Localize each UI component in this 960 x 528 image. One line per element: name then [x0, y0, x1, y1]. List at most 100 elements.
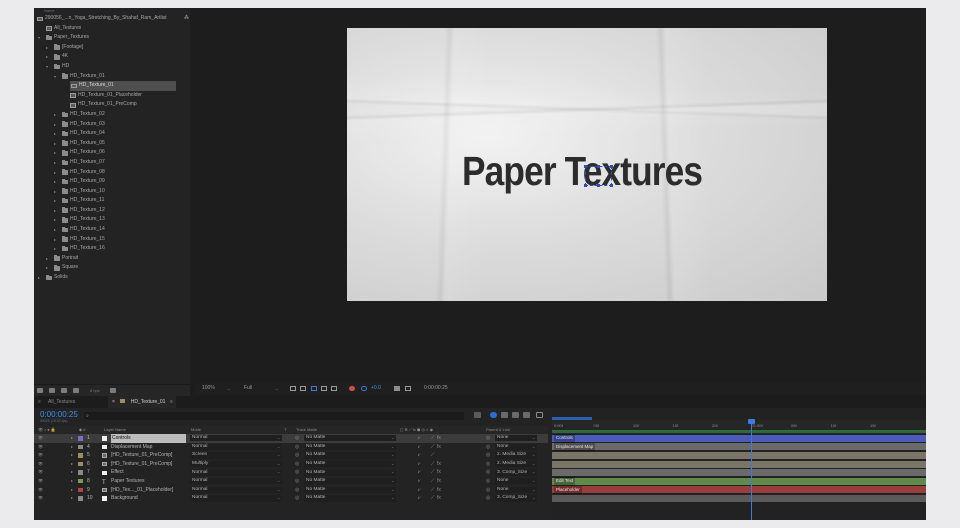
layer-bounding-box[interactable]: [584, 165, 613, 187]
layer-name[interactable]: [HD_Tex..._01_Placeholder]: [111, 486, 173, 495]
project-item[interactable]: ▸ HD_Texture_14: [34, 225, 190, 235]
parent-select[interactable]: None: [495, 478, 537, 485]
transform-handle[interactable]: [584, 165, 587, 168]
expand-chevron-icon[interactable]: ▸: [71, 443, 73, 452]
frame-blending-icon[interactable]: [512, 412, 519, 418]
track-matte-pickwhip-icon[interactable]: ◎: [295, 477, 299, 486]
zoom-chevron-icon[interactable]: ⌄: [227, 383, 230, 394]
layer-duration-bar[interactable]: [552, 494, 926, 503]
snapshot-icon[interactable]: [394, 386, 400, 391]
chevron-right-icon[interactable]: ▸: [54, 215, 56, 225]
chevron-right-icon[interactable]: ▸: [46, 254, 48, 264]
chevron-right-icon[interactable]: ▸: [54, 110, 56, 120]
project-item[interactable]: ▸ Portrait: [34, 254, 190, 264]
parent-link-header[interactable]: Parent & Link: [486, 426, 510, 434]
quality-switch-icon[interactable]: ⟋: [431, 494, 435, 503]
shy-switch-icon[interactable]: ⩗: [418, 477, 421, 486]
label-color-swatch[interactable]: [78, 470, 83, 475]
parent-pickwhip-icon[interactable]: ◎: [486, 477, 490, 486]
tab-all-textures[interactable]: ≡ All_Textures: [34, 396, 106, 408]
blend-mode-select[interactable]: Normal: [190, 486, 282, 493]
mode-header[interactable]: Mode: [191, 426, 201, 434]
chevron-down-icon[interactable]: ⌄: [532, 468, 535, 477]
chevron-down-icon[interactable]: ⌄: [532, 494, 535, 503]
layer-row[interactable]: 👁 ▸ 9 [HD_Tex..._01_Placeholder] Normal ⌄ ◎ No …: [34, 486, 548, 495]
parent-select[interactable]: None: [495, 443, 537, 450]
chevron-down-icon[interactable]: ⌄: [277, 443, 280, 452]
current-time-display[interactable]: 0:00:00:25: [40, 410, 78, 419]
shy-switch-icon[interactable]: ⩗: [418, 443, 421, 452]
project-item[interactable]: HD_Texture_01: [70, 81, 176, 91]
quality-switch-icon[interactable]: ⟋: [431, 486, 435, 495]
shy-switch-icon[interactable]: ⩗: [418, 460, 421, 469]
chevron-down-icon[interactable]: ⌄: [277, 494, 280, 503]
project-item[interactable]: ▸ HD_Texture_16: [34, 244, 190, 254]
label-color-swatch[interactable]: [78, 461, 83, 467]
chevron-right-icon[interactable]: ▸: [46, 52, 48, 62]
chevron-down-icon[interactable]: ⌄: [532, 460, 535, 469]
parent-pickwhip-icon[interactable]: ◎: [486, 434, 490, 443]
chevron-right-icon[interactable]: ▸: [54, 225, 56, 235]
shy-switch-icon[interactable]: ⩗: [418, 494, 421, 503]
chevron-down-icon[interactable]: ⌄: [532, 434, 535, 443]
chevron-right-icon[interactable]: ▸: [54, 177, 56, 187]
expand-chevron-icon[interactable]: ▸: [71, 486, 73, 495]
layer-name[interactable]: Controls: [111, 434, 186, 443]
layer-bar-fill[interactable]: [552, 486, 926, 494]
close-icon[interactable]: ×: [112, 399, 115, 405]
chevron-down-icon[interactable]: ⌄: [277, 460, 280, 469]
expand-chevron-icon[interactable]: ▸: [71, 434, 73, 443]
expand-chevron-icon[interactable]: ▸: [71, 460, 73, 469]
chevron-down-icon[interactable]: ⌄: [532, 486, 535, 495]
shy-switch-icon[interactable]: ⩗: [418, 468, 421, 477]
chevron-right-icon[interactable]: ▸: [54, 129, 56, 139]
layer-bar-fill[interactable]: [552, 460, 926, 468]
settings-icon[interactable]: [73, 388, 79, 393]
chevron-down-icon[interactable]: ⌄: [532, 451, 535, 460]
expand-chevron-icon[interactable]: ▸: [71, 468, 73, 477]
transform-handle[interactable]: [610, 184, 613, 187]
shy-switch-icon[interactable]: ⩗: [418, 434, 421, 443]
chevron-down-icon[interactable]: ⌄: [391, 434, 394, 443]
expand-chevron-icon[interactable]: ▸: [71, 494, 73, 503]
viewer-timecode[interactable]: 0:00:00:25: [424, 383, 448, 394]
composition-viewer[interactable]: Paper Textures: [195, 8, 926, 383]
layer-bar-fill[interactable]: [552, 434, 926, 442]
color-channel-icon[interactable]: [349, 386, 355, 391]
chevron-down-icon[interactable]: ▾: [46, 62, 48, 72]
effects-switch-icon[interactable]: fx: [437, 486, 441, 495]
timeline-graph[interactable]: 0:00f 05f 10f 15f 20f 01:00f 05f 10f 15f Control…: [552, 408, 926, 520]
parent-pickwhip-icon[interactable]: ◎: [486, 451, 490, 460]
eye-icon[interactable]: 👁: [38, 486, 43, 495]
chevron-right-icon[interactable]: ▸: [54, 244, 56, 254]
layer-name[interactable]: Paper Textures: [111, 477, 145, 486]
parent-pickwhip-icon[interactable]: ◎: [486, 486, 490, 495]
layer-name[interactable]: [HD_Texture_01_PreComp]: [111, 460, 172, 469]
eye-icon[interactable]: 👁: [38, 494, 43, 503]
layer-bar-fill[interactable]: [552, 494, 926, 502]
chevron-down-icon[interactable]: ⌄: [277, 451, 280, 460]
quality-switch-icon[interactable]: ⟋: [431, 443, 435, 452]
blend-mode-select[interactable]: Normal: [190, 478, 282, 485]
project-item[interactable]: ▸ HD_Texture_15: [34, 235, 190, 245]
trash-icon[interactable]: [110, 388, 116, 393]
effects-switch-icon[interactable]: fx: [437, 468, 441, 477]
comp-text-layer[interactable]: Paper Textures: [462, 148, 703, 195]
resolution-select[interactable]: Full: [244, 383, 252, 394]
track-matte-pickwhip-icon[interactable]: ◎: [295, 460, 299, 469]
project-item[interactable]: ▾ HD_Texture_01: [34, 72, 190, 82]
chevron-down-icon[interactable]: ⌄: [277, 434, 280, 443]
blend-mode-select[interactable]: Normal: [190, 495, 282, 502]
project-item[interactable]: ▸ HD_Texture_06: [34, 148, 190, 158]
composition-canvas[interactable]: Paper Textures: [347, 28, 827, 301]
project-item[interactable]: ▸ HD_Texture_04: [34, 129, 190, 139]
interpret-footage-icon[interactable]: [37, 388, 43, 393]
layer-row[interactable]: 👁 ▸ 6 [HD_Texture_01_PreComp] Multiply ⌄ ◎ No M…: [34, 460, 548, 469]
new-folder-icon[interactable]: [49, 388, 55, 393]
shy-layers-icon[interactable]: [501, 412, 508, 418]
eye-icon[interactable]: 👁: [38, 443, 43, 452]
label-color-swatch[interactable]: [78, 444, 83, 450]
eye-icon[interactable]: 👁: [38, 460, 43, 469]
exposure-value[interactable]: +0.0: [371, 383, 381, 394]
project-item[interactable]: ▸ HD_Texture_05: [34, 139, 190, 149]
